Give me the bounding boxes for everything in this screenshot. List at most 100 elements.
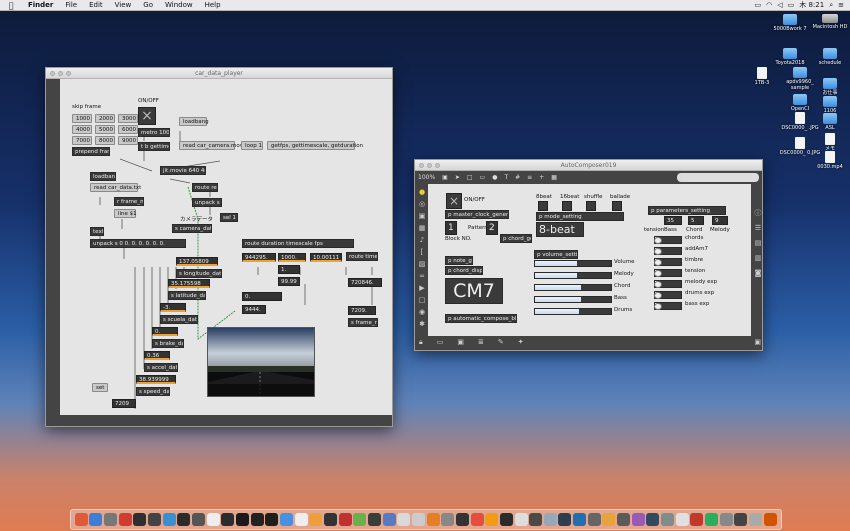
param-slider-bass-exp[interactable] <box>654 302 682 310</box>
clock[interactable]: 木 8:21 <box>799 0 824 10</box>
image-icon[interactable]: ▨ <box>419 260 426 268</box>
read-text-message[interactable]: read car_data.txt <box>90 183 141 192</box>
lock-icon[interactable]: ▣ <box>442 174 448 181</box>
param-slider-chords[interactable] <box>654 236 682 244</box>
volume-slider-volume[interactable] <box>534 260 612 267</box>
param-slider-addam7[interactable] <box>654 247 682 255</box>
param-slider-tension[interactable] <box>654 269 682 277</box>
camera-icon[interactable]: ◙ <box>755 269 762 277</box>
dock-app-icon[interactable] <box>749 513 763 526</box>
cube-icon[interactable]: ▣ <box>419 212 426 220</box>
route-duration-object[interactable]: route duration timescale fps <box>242 239 354 248</box>
dock-app-icon[interactable] <box>529 513 543 526</box>
frame-number[interactable]: 7209 <box>112 399 136 408</box>
slider-icon[interactable]: ≡ <box>527 174 532 181</box>
set-message[interactable]: set <box>92 383 108 392</box>
menu-window[interactable]: Window <box>159 1 199 9</box>
dock-app-icon[interactable] <box>382 513 396 526</box>
param-slider-drums-exp[interactable] <box>654 291 682 299</box>
pattern-number[interactable]: 2 <box>486 221 498 235</box>
t9444-number[interactable]: 9444. <box>242 305 266 314</box>
desktop-icon[interactable]: ASL <box>808 113 850 131</box>
desktop-icon[interactable]: Macintosh HD <box>808 14 850 30</box>
menu-file[interactable]: File <box>59 1 83 9</box>
desktop-icon[interactable]: Toyota2018 <box>768 48 812 66</box>
timescale-number[interactable]: 1000. <box>278 253 306 262</box>
close-icon[interactable] <box>419 163 424 168</box>
message-icon[interactable]: ▭ <box>480 174 486 181</box>
window-titlebar-2[interactable]: AutoComposer019 <box>415 160 762 171</box>
dock-app-icon[interactable] <box>206 513 220 526</box>
debug-icon[interactable]: ✎ <box>498 338 504 347</box>
slider-knob[interactable] <box>654 281 662 288</box>
slider-knob[interactable] <box>654 292 662 299</box>
button-icon[interactable]: ● <box>492 174 497 181</box>
prepend-object[interactable]: prepend frame <box>72 147 110 156</box>
mode-setting-object[interactable]: p mode_setting <box>536 212 624 221</box>
send-camera-object[interactable]: s camera_data <box>172 224 212 233</box>
volume-slider-melody[interactable] <box>534 272 612 279</box>
info-icon[interactable]: ⓘ <box>755 209 762 217</box>
expand-icon[interactable]: ▣ <box>754 338 761 347</box>
dock-app-icon[interactable] <box>543 513 557 526</box>
dock-app-icon[interactable] <box>558 513 572 526</box>
dock-app-icon[interactable] <box>411 513 425 526</box>
volume-slider-drums[interactable] <box>534 308 612 315</box>
dock-app-icon[interactable] <box>265 513 279 526</box>
chord-display-object[interactable]: p chord_display <box>445 266 483 275</box>
send-brake-object[interactable]: s brake_data <box>152 339 184 348</box>
loadbang-object[interactable]: loadbang <box>179 117 209 126</box>
lock-icon[interactable]: 🔒︎ <box>419 338 423 347</box>
patcher-canvas-2[interactable]: × ON/OFF p master_clock_generator 1 Bloc… <box>428 184 751 336</box>
getfps-message[interactable]: getfps, gettimescale, getduration <box>267 141 363 150</box>
patcher-canvas[interactable]: skip frame ON/OFF カメラデータ 1000 2000 3000 … <box>60 79 392 415</box>
longitude-number[interactable]: 137.05809 <box>176 257 218 266</box>
dock-app-icon[interactable] <box>705 513 719 526</box>
skip-9000-button[interactable]: 9000 <box>118 136 138 145</box>
grid-icon[interactable]: ▦ <box>419 224 426 232</box>
dock-app-icon[interactable] <box>309 513 323 526</box>
block-number[interactable]: 1 <box>445 221 457 235</box>
menu-go[interactable]: Go <box>137 1 159 9</box>
send-frame-object[interactable]: s frame_no <box>348 318 378 327</box>
chord-display[interactable]: CM7 <box>445 278 503 304</box>
tension-chord-number[interactable]: 5 <box>688 216 704 225</box>
minimize-icon[interactable] <box>427 163 432 168</box>
window-titlebar[interactable]: car_data_player <box>46 68 392 79</box>
t1-number[interactable]: 1. <box>278 265 300 274</box>
star-icon[interactable]: ✱ <box>419 320 425 328</box>
dock-app-icon[interactable] <box>323 513 337 526</box>
dock-app-icon[interactable] <box>367 513 381 526</box>
dock-app-icon[interactable] <box>280 513 294 526</box>
dock-app-icon[interactable] <box>353 513 367 526</box>
dock-app-icon[interactable] <box>485 513 499 526</box>
dock-app-icon[interactable] <box>661 513 675 526</box>
dock-app-icon[interactable] <box>192 513 206 526</box>
pin-icon[interactable]: ◉ <box>419 308 425 316</box>
dock-app-icon[interactable] <box>133 513 147 526</box>
play-icon[interactable]: ▶ <box>419 284 424 292</box>
skip-3000-button[interactable]: 3000 <box>118 114 138 123</box>
chord-get-object[interactable]: p chord_get <box>500 234 532 243</box>
stack-icon[interactable]: ≣ <box>478 338 484 347</box>
dock-app-icon[interactable] <box>514 513 528 526</box>
bracket-icon[interactable]: [ <box>421 248 424 256</box>
airplay-icon[interactable]: ▭ <box>755 1 762 9</box>
dock-app-icon[interactable] <box>631 513 645 526</box>
slider-knob[interactable] <box>654 270 662 277</box>
grid-icon[interactable]: ▦ <box>551 174 557 181</box>
add-icon[interactable]: + <box>539 174 544 181</box>
dock-app-icon[interactable] <box>499 513 513 526</box>
param-slider-melody-exp[interactable] <box>654 280 682 288</box>
panel-icon[interactable]: ▤ <box>755 239 762 247</box>
skip-5000-button[interactable]: 5000 <box>95 125 115 134</box>
route-read-object[interactable]: route read <box>192 183 218 192</box>
link-icon[interactable]: ∞ <box>419 272 425 280</box>
presentation-icon[interactable]: ▭ <box>437 338 444 347</box>
skip-1000-button[interactable]: 1000 <box>72 114 92 123</box>
dock-app-icon[interactable] <box>250 513 264 526</box>
dock-app-icon[interactable] <box>397 513 411 526</box>
send-latitude-object[interactable]: s latitude_data <box>168 291 206 300</box>
volume-setting-object[interactable]: p volume_setting <box>534 250 578 259</box>
box-icon[interactable]: □ <box>419 296 426 304</box>
